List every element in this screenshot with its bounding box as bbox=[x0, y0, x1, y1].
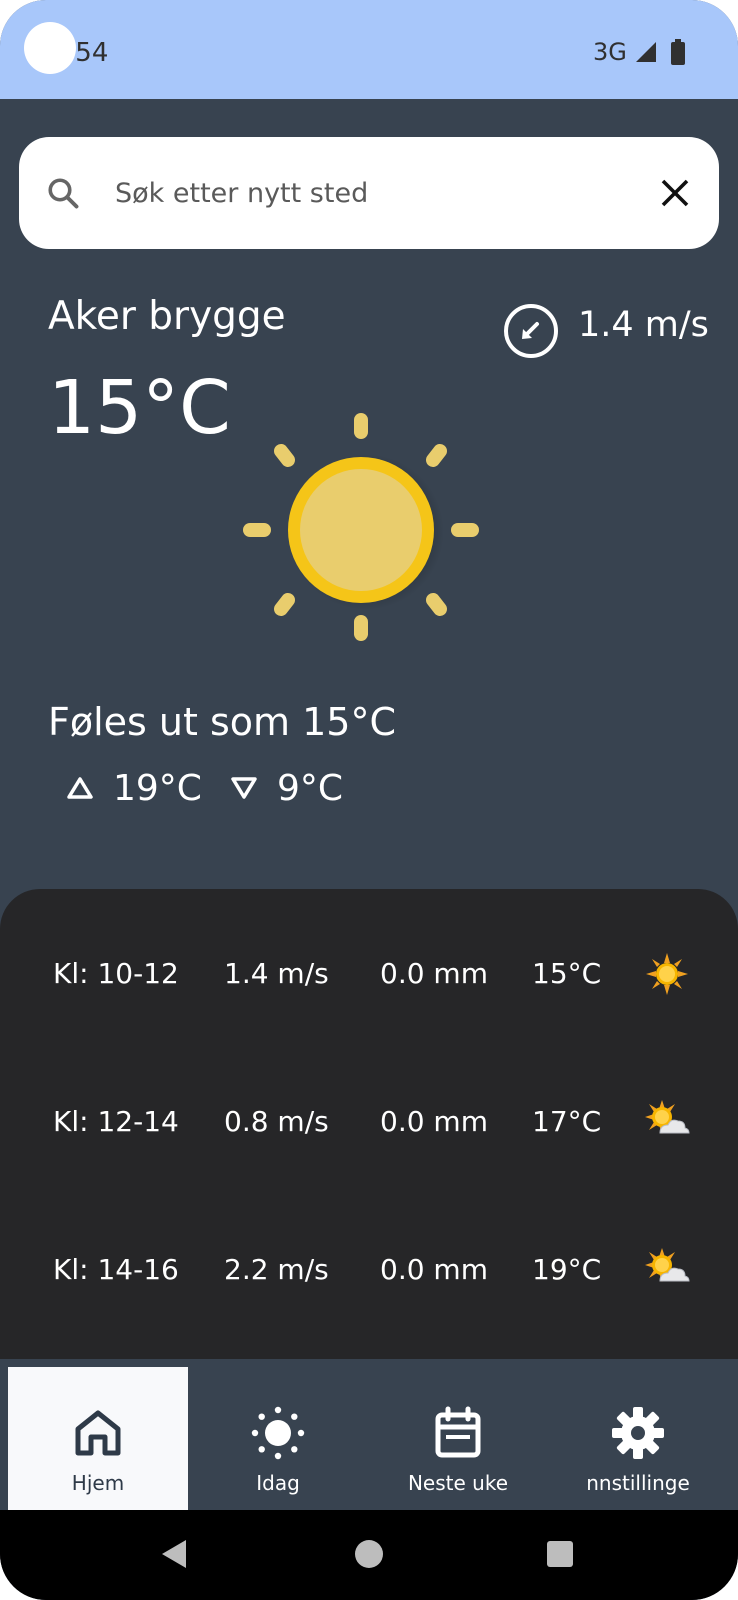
phone-screen: 0:54 3G Aker brygge 1.4 m/s 15°C bbox=[0, 0, 738, 1600]
nav-item-settings[interactable]: nnstillinge bbox=[548, 1367, 728, 1510]
forecast-time: Kl: 10-12 bbox=[53, 957, 179, 990]
cellular-signal-icon bbox=[636, 42, 656, 62]
forecast-precipitation: 0.0 mm bbox=[380, 1253, 488, 1286]
nav-label-settings: nnstillinge bbox=[586, 1471, 690, 1495]
calendar-icon bbox=[435, 1406, 481, 1458]
nav-label-home: Hjem bbox=[71, 1471, 125, 1495]
forecast-time: Kl: 12-14 bbox=[53, 1105, 179, 1138]
triangle-down-icon bbox=[231, 777, 257, 799]
search-input[interactable] bbox=[115, 167, 635, 219]
nav-label-today: Idag bbox=[256, 1471, 300, 1495]
location-name: Aker brygge bbox=[48, 294, 286, 339]
current-temperature: 15°C bbox=[48, 365, 231, 451]
forecast-wind: 0.8 m/s bbox=[224, 1105, 329, 1138]
battery-icon bbox=[671, 39, 685, 65]
network-type: 3G bbox=[593, 38, 627, 66]
forecast-row: Kl: 14-16 2.2 m/s 0.0 mm 19°C bbox=[0, 1245, 738, 1305]
partly-cloudy-icon bbox=[645, 1248, 690, 1282]
forecast-row: Kl: 10-12 1.4 m/s 0.0 mm 15°C bbox=[0, 949, 738, 1009]
recents-button[interactable] bbox=[547, 1541, 573, 1567]
forecast-panel: Kl: 10-12 1.4 m/s 0.0 mm 15°C Kl: 12-14 … bbox=[0, 889, 738, 1359]
home-icon bbox=[75, 1410, 121, 1456]
low-temperature: 9°C bbox=[277, 768, 344, 809]
wind-speed: 1.4 m/s bbox=[578, 305, 709, 345]
forecast-row: Kl: 12-14 0.8 m/s 0.0 mm 17°C bbox=[0, 1097, 738, 1157]
forecast-time: Kl: 14-16 bbox=[53, 1253, 179, 1286]
back-icon[interactable] bbox=[160, 1538, 188, 1570]
high-temperature: 19°C bbox=[113, 768, 202, 809]
system-navigation-bar bbox=[0, 1510, 738, 1600]
gear-icon bbox=[612, 1407, 664, 1459]
camera-cutout bbox=[24, 22, 76, 74]
triangle-up-icon bbox=[67, 777, 93, 799]
forecast-wind: 2.2 m/s bbox=[224, 1253, 329, 1286]
partly-cloudy-icon bbox=[645, 1100, 690, 1134]
forecast-wind: 1.4 m/s bbox=[224, 957, 329, 990]
forecast-temperature: 15°C bbox=[532, 957, 602, 990]
forecast-temperature: 19°C bbox=[532, 1253, 602, 1286]
sun-icon bbox=[243, 413, 479, 641]
feels-like-text: Føles ut som 15°C bbox=[48, 700, 397, 744]
sun-icon bbox=[251, 1406, 305, 1460]
nav-item-home[interactable]: Hjem bbox=[8, 1367, 188, 1510]
status-bar: 0:54 3G bbox=[0, 0, 738, 99]
nav-item-today[interactable]: Idag bbox=[188, 1367, 368, 1510]
home-button[interactable] bbox=[355, 1540, 383, 1568]
wind-direction-icon bbox=[504, 304, 558, 358]
close-icon[interactable] bbox=[657, 175, 693, 211]
forecast-temperature: 17°C bbox=[532, 1105, 602, 1138]
bottom-navigation: Hjem Idag Neste uke nnstillinge bbox=[0, 1359, 738, 1510]
search-bar bbox=[19, 137, 719, 249]
search-icon bbox=[48, 178, 79, 209]
nav-item-next-week[interactable]: Neste uke bbox=[368, 1367, 548, 1510]
nav-label-next-week: Neste uke bbox=[407, 1471, 509, 1495]
sunny-icon bbox=[646, 953, 688, 995]
forecast-precipitation: 0.0 mm bbox=[380, 1105, 488, 1138]
forecast-precipitation: 0.0 mm bbox=[380, 957, 488, 990]
